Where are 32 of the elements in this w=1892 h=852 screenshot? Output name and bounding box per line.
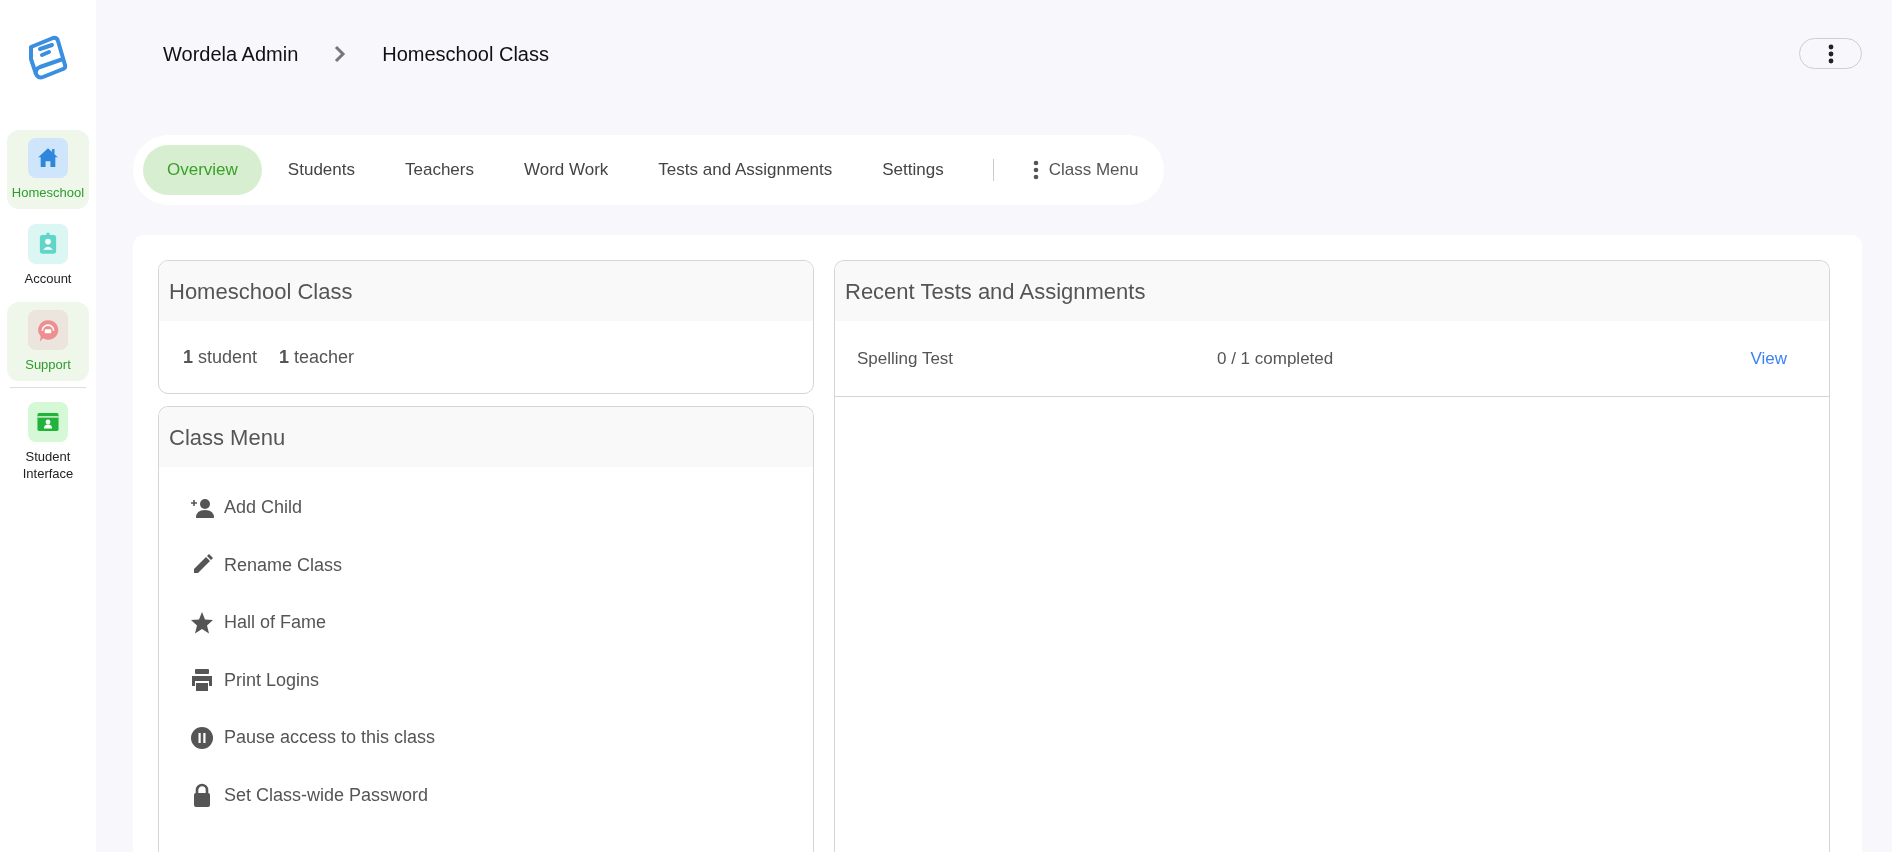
- count-text: 1 teacher: [279, 345, 355, 369]
- assignment-name: Spelling Test: [857, 347, 955, 370]
- tab[interactable]: Settings: [858, 145, 968, 195]
- tab[interactable]: Students: [263, 145, 379, 195]
- pause-icon: [190, 725, 214, 750]
- printer-icon: [190, 668, 214, 693]
- sidebar-item[interactable]: Account: [7, 216, 89, 295]
- completion-status: 0 / 1 completed: [1217, 347, 1335, 370]
- count-text: 1 student: [183, 345, 258, 369]
- view-link[interactable]: View: [1750, 345, 1787, 372]
- breadcrumb-link[interactable]: Wordela Admin: [163, 38, 299, 69]
- kebab-icon: [1032, 160, 1039, 180]
- tab[interactable]: Teachers: [380, 145, 498, 195]
- breadcrumb-current: Homeschool Class: [382, 41, 549, 67]
- chevron-right-icon: [334, 44, 347, 63]
- kebab-icon: [1827, 43, 1834, 64]
- menu-item[interactable]: Hall of Fame: [190, 594, 813, 652]
- star-icon: [190, 610, 214, 635]
- tab[interactable]: Word Work: [499, 145, 633, 195]
- menu-item[interactable]: Print Logins: [190, 651, 813, 709]
- class-menu-tab[interactable]: Class Menu: [1016, 145, 1155, 195]
- book-logo-icon[interactable]: [27, 35, 69, 81]
- tab[interactable]: Tests and Assignments: [634, 145, 857, 195]
- card-title: Class Menu: [159, 407, 813, 467]
- menu-item[interactable]: Rename Class: [190, 536, 813, 594]
- menu-item[interactable]: Add Child: [190, 479, 813, 537]
- sidebar-item[interactable]: Student Interface: [7, 394, 89, 490]
- headset-chat-icon: [35, 317, 61, 343]
- card-title: Recent Tests and Assignments: [835, 261, 1829, 321]
- menu-item[interactable]: Set Class-wide Password: [190, 766, 813, 824]
- card-title: Homeschool Class: [159, 261, 813, 321]
- menu-item[interactable]: Pause access to this class: [190, 709, 813, 767]
